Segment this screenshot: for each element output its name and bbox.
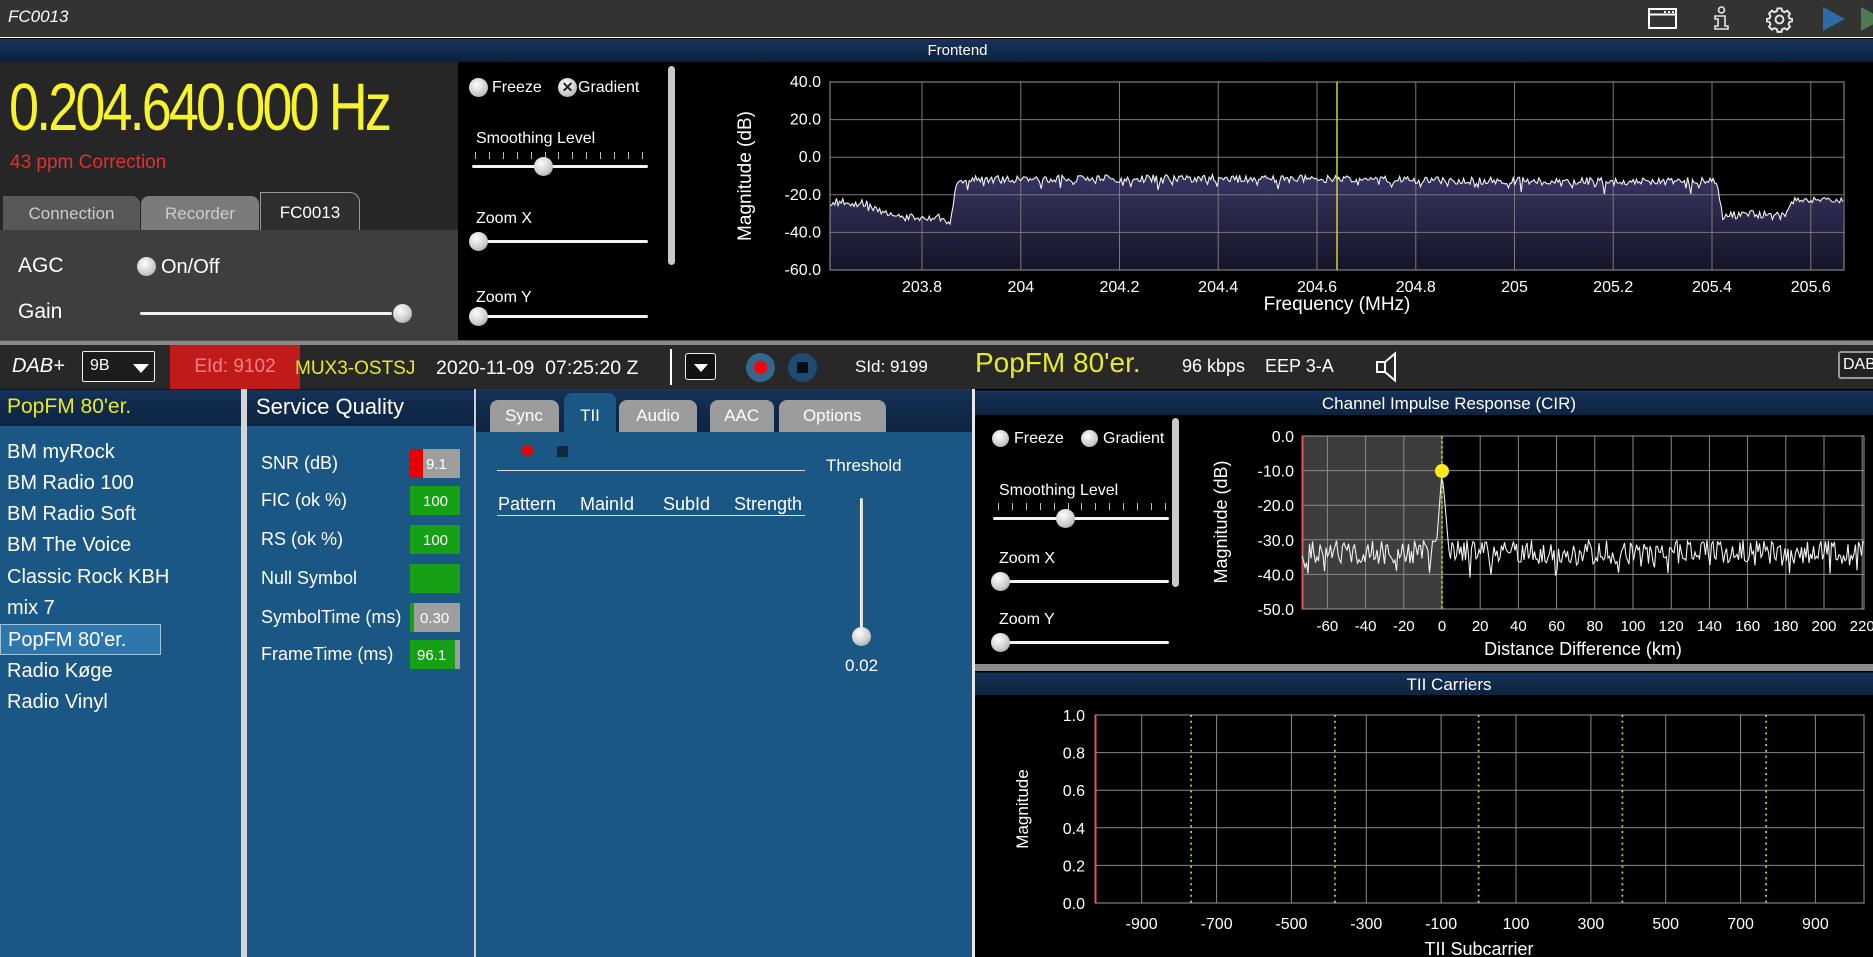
svg-text:0.8: 0.8 <box>1063 746 1085 763</box>
svg-text:203.8: 203.8 <box>902 279 942 296</box>
svg-text:300: 300 <box>1578 916 1605 933</box>
svg-text:0: 0 <box>1438 618 1446 635</box>
svg-text:180: 180 <box>1773 618 1798 635</box>
svg-text:0.0: 0.0 <box>1063 896 1085 913</box>
svg-text:-20.0: -20.0 <box>785 187 822 204</box>
svg-text:40: 40 <box>1510 618 1527 635</box>
svg-text:0.0: 0.0 <box>799 149 821 166</box>
svg-text:-700: -700 <box>1201 916 1233 933</box>
svg-text:205.2: 205.2 <box>1593 279 1633 296</box>
svg-text:205.6: 205.6 <box>1791 279 1831 296</box>
svg-text:40.0: 40.0 <box>790 74 821 91</box>
svg-text:-40.0: -40.0 <box>785 224 822 241</box>
svg-text:-20.0: -20.0 <box>1258 498 1295 515</box>
svg-text:0.0: 0.0 <box>1272 429 1294 446</box>
svg-text:-40.0: -40.0 <box>1258 567 1295 584</box>
svg-text:-20: -20 <box>1393 618 1415 635</box>
svg-text:Frequency (MHz): Frequency (MHz) <box>1264 294 1411 315</box>
svg-text:Distance Difference (km): Distance Difference (km) <box>1484 639 1682 659</box>
svg-text:-100: -100 <box>1425 916 1457 933</box>
svg-text:200: 200 <box>1811 618 1836 635</box>
svg-text:140: 140 <box>1697 618 1722 635</box>
svg-text:20: 20 <box>1472 618 1489 635</box>
svg-text:-40: -40 <box>1355 618 1377 635</box>
svg-text:60: 60 <box>1548 618 1565 635</box>
svg-text:0.6: 0.6 <box>1063 783 1085 800</box>
svg-text:900: 900 <box>1802 916 1829 933</box>
svg-text:205.4: 205.4 <box>1692 279 1732 296</box>
svg-text:700: 700 <box>1727 916 1754 933</box>
svg-text:-30.0: -30.0 <box>1258 533 1295 550</box>
svg-text:160: 160 <box>1735 618 1760 635</box>
svg-text:80: 80 <box>1586 618 1603 635</box>
svg-text:-900: -900 <box>1126 916 1158 933</box>
svg-text:-300: -300 <box>1350 916 1382 933</box>
svg-text:-500: -500 <box>1275 916 1307 933</box>
svg-text:0.2: 0.2 <box>1063 858 1085 875</box>
svg-text:20.0: 20.0 <box>790 112 821 129</box>
svg-text:-60: -60 <box>1317 618 1339 635</box>
svg-text:-50.0: -50.0 <box>1258 602 1295 619</box>
svg-text:100: 100 <box>1620 618 1645 635</box>
svg-text:204: 204 <box>1007 279 1034 296</box>
svg-text:204.4: 204.4 <box>1198 279 1238 296</box>
svg-text:-60.0: -60.0 <box>785 262 822 279</box>
svg-text:0.4: 0.4 <box>1063 821 1085 838</box>
svg-text:TII Subcarrier: TII Subcarrier <box>1424 939 1533 957</box>
svg-text:500: 500 <box>1652 916 1679 933</box>
svg-text:205: 205 <box>1501 279 1528 296</box>
svg-text:220: 220 <box>1850 618 1873 635</box>
svg-text:1.0: 1.0 <box>1063 708 1085 725</box>
svg-text:204.2: 204.2 <box>1099 279 1139 296</box>
svg-text:120: 120 <box>1659 618 1684 635</box>
svg-text:100: 100 <box>1503 916 1530 933</box>
svg-text:Magnitude (dB): Magnitude (dB) <box>1211 460 1231 583</box>
svg-text:Magnitude (dB): Magnitude (dB) <box>735 111 756 241</box>
svg-text:-10.0: -10.0 <box>1258 464 1295 481</box>
svg-text:Magnitude: Magnitude <box>1013 769 1032 848</box>
